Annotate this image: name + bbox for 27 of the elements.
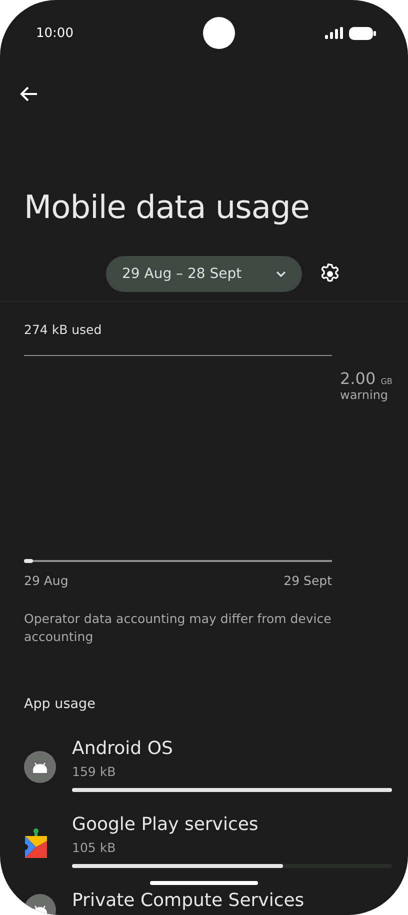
end-date: 29 Sept (284, 573, 332, 588)
app-data-size: 105 kB (72, 840, 117, 855)
battery-icon (349, 26, 376, 40)
caret-icon (276, 271, 286, 277)
app-usage-item[interactable]: Android OS 159 kB (0, 738, 408, 792)
start-date: 29 Aug (24, 573, 68, 588)
accounting-note: Operator data accounting may differ from device accounting (24, 610, 332, 646)
signal-icon (325, 27, 343, 39)
app-name: Private Compute Services (72, 890, 306, 911)
back-arrow-icon (20, 86, 38, 102)
warning-unit: GB (380, 377, 392, 386)
date-range-dropdown[interactable]: 29 Aug – 28 Sept (106, 256, 302, 292)
page-title: Mobile data usage (24, 188, 310, 226)
app-name: Android OS (72, 738, 174, 759)
puzzle-play-icon (24, 828, 48, 858)
data-used-label: 274 kB used (24, 322, 103, 337)
warning-label: warning (340, 388, 390, 402)
app-usage-item[interactable]: Google Play services 105 kB (0, 814, 408, 868)
app-usage-item[interactable]: Private Compute Services (0, 890, 408, 915)
app-name: Google Play services (72, 814, 260, 835)
warning-value: 2.00 (340, 369, 376, 388)
android-robot-icon (24, 751, 56, 783)
app-data-size: 159 kB (72, 764, 117, 779)
section-header: App usage (24, 696, 96, 712)
home-handle[interactable] (150, 881, 258, 885)
camera-hole (203, 17, 236, 49)
status-time: 10:00 (36, 26, 74, 40)
